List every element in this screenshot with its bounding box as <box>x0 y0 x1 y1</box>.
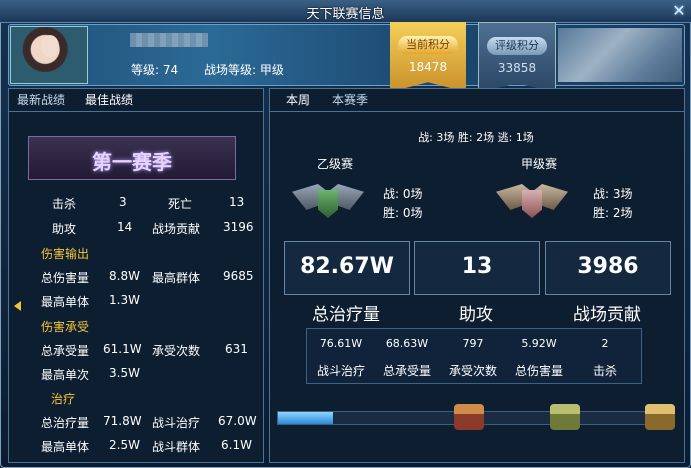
death-label: 死亡 <box>168 197 193 211</box>
tab-this-week[interactable]: 本周 <box>282 91 314 109</box>
total-heal-big-label: 总治疗量 <box>312 305 380 325</box>
total-heal-box: 82.67W <box>284 241 410 295</box>
kill-sub-label: 击杀 <box>592 364 617 378</box>
kill-label: 击杀 <box>52 197 77 211</box>
season-title: 第一赛季 <box>92 150 172 174</box>
damage-taken-section: 伤害承受 <box>41 320 90 334</box>
max-single-value: 1.3W <box>109 293 140 307</box>
league-a-name: 甲级赛 <box>521 157 558 171</box>
damage-output-section: 伤害输出 <box>41 247 90 261</box>
current-score-badge: 当前积分 18478 <box>390 22 466 92</box>
max-taken-label: 最高单次 <box>41 368 90 382</box>
death-value: 13 <box>229 195 245 209</box>
player-name-blurred <box>130 33 208 47</box>
assist-value: 14 <box>117 220 133 234</box>
assist-label: 助攻 <box>52 222 77 236</box>
reward-progress-fill <box>278 412 333 424</box>
max-taken-value: 3.5W <box>109 366 140 380</box>
league-b-emblem-icon <box>292 180 364 222</box>
total-heal-label: 总治疗量 <box>41 416 90 430</box>
header-decoration <box>558 28 682 82</box>
total-damage-sub-label: 总伤害量 <box>514 364 563 378</box>
rating-score-value: 33858 <box>497 61 537 75</box>
total-damage-value: 8.8W <box>109 269 140 283</box>
contribution-big-label: 战场贡献 <box>573 305 641 325</box>
tab-best-record[interactable]: 最佳战绩 <box>81 91 137 109</box>
taken-count-label: 承受次数 <box>152 344 201 358</box>
assist-box: 13 <box>414 241 540 295</box>
battle-heal-label: 战斗治疗 <box>152 416 201 430</box>
contribution-box: 3986 <box>545 241 671 295</box>
season-banner: 第一赛季 <box>28 136 236 180</box>
total-damage-label: 总伤害量 <box>41 271 90 285</box>
left-arrow-icon[interactable] <box>14 301 21 311</box>
heal-group-value: 6.1W <box>221 438 252 452</box>
title-bar: 天下联赛信息 ✕ <box>0 0 691 23</box>
reward-chest-3-icon[interactable] <box>645 404 675 430</box>
tab-latest-record[interactable]: 最新战绩 <box>13 91 69 109</box>
reward-chest-2-icon[interactable] <box>550 404 580 430</box>
max-single-label: 最高单体 <box>41 295 90 309</box>
field-level: 战场等级: 甲级 <box>204 63 284 77</box>
rating-score-badge: 评级积分 33858 <box>478 22 556 92</box>
league-a-emblem-icon <box>496 180 568 222</box>
taken-count-sub-value: 797 <box>462 337 484 350</box>
total-taken-label: 总承受量 <box>41 344 90 358</box>
window-title: 天下联赛信息 <box>306 7 385 22</box>
current-score-value: 18478 <box>408 60 448 74</box>
player-level: 等级: 74 <box>131 63 179 77</box>
league-b-name: 乙级赛 <box>317 157 354 171</box>
league-b-battles: 战: 0场 <box>383 187 423 201</box>
kill-value: 3 <box>119 195 127 209</box>
total-heal-value: 71.8W <box>103 414 142 428</box>
total-taken-sub-label: 总承受量 <box>382 364 431 378</box>
contrib-label: 战场贡献 <box>152 222 201 236</box>
max-group-value: 9685 <box>223 269 254 283</box>
battle-summary-text: 战: 3场 胜: 2场 逃: 1场 <box>418 131 534 144</box>
total-taken-value: 61.1W <box>103 342 142 356</box>
taken-count-value: 631 <box>225 342 248 356</box>
contribution-big-value: 3986 <box>577 254 639 279</box>
league-a-battles: 战: 3场 <box>593 187 633 201</box>
battle-summary: 战: 3场 胜: 2场 逃: 1场 <box>280 125 672 147</box>
total-heal-big-value: 82.67W <box>300 254 394 279</box>
battle-heal-sub-value: 76.61W <box>319 337 363 350</box>
battle-heal-sub-label: 战斗治疗 <box>316 364 365 378</box>
right-tab-divider <box>270 111 684 112</box>
total-taken-sub-value: 68.63W <box>385 337 429 350</box>
heal-section: 治疗 <box>51 392 76 406</box>
max-group-label: 最高群体 <box>152 271 201 285</box>
rating-score-label: 评级积分 <box>487 37 547 55</box>
reward-chest-1-icon[interactable] <box>454 404 484 430</box>
league-b-wins: 胜: 0场 <box>383 206 423 220</box>
heal-group-label: 战斗群体 <box>152 440 201 454</box>
current-score-label: 当前积分 <box>398 36 458 54</box>
kill-sub-value: 2 <box>601 337 609 350</box>
heal-single-label: 最高单体 <box>41 440 90 454</box>
contrib-value: 3196 <box>223 220 254 234</box>
assist-big-value: 13 <box>461 254 493 279</box>
left-tab-divider <box>9 111 263 112</box>
taken-count-sub-label: 承受次数 <box>448 364 497 378</box>
close-icon[interactable]: ✕ <box>670 2 688 20</box>
heal-single-value: 2.5W <box>109 438 140 452</box>
battle-heal-value: 67.0W <box>218 414 257 428</box>
tab-this-season[interactable]: 本赛季 <box>328 91 372 109</box>
assist-big-label: 助攻 <box>459 305 493 325</box>
total-damage-sub-value: 5.92W <box>521 337 557 350</box>
league-a-wins: 胜: 2场 <box>593 206 633 220</box>
avatar <box>10 26 88 84</box>
